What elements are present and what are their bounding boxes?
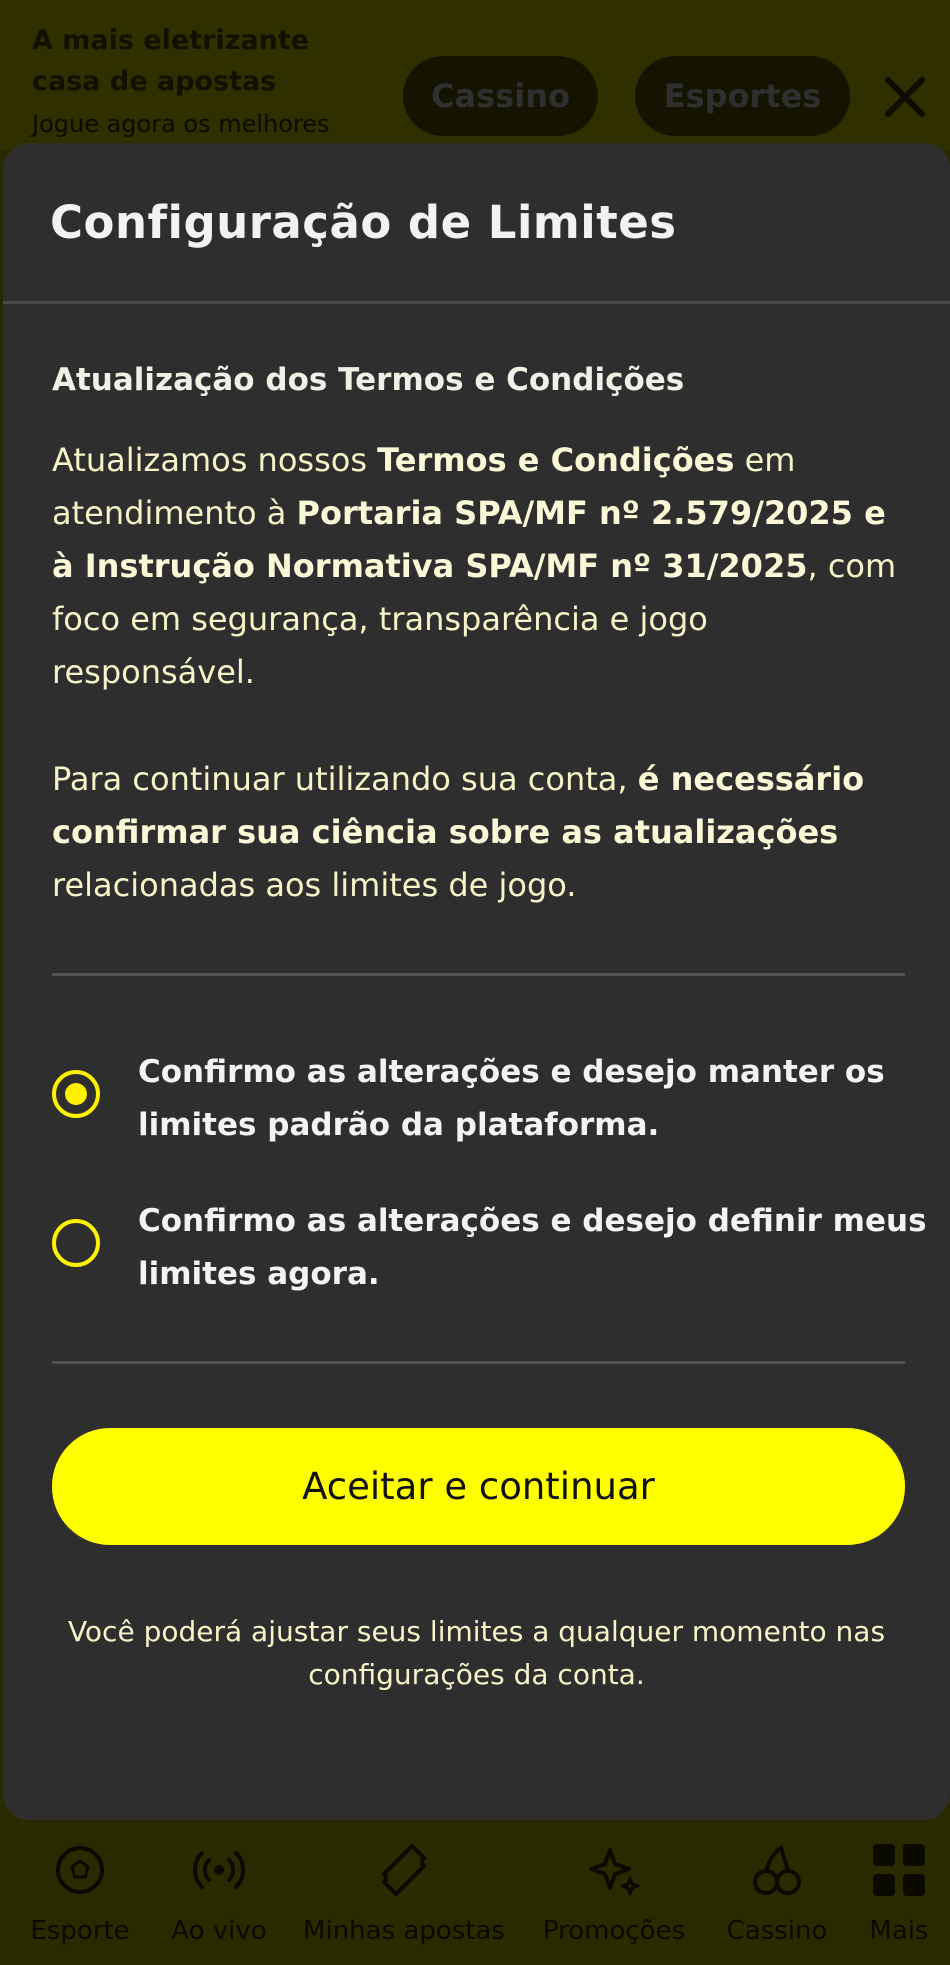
nav-label: Mais [869,1916,929,1946]
ticket-icon [376,1842,432,1898]
divider [52,973,905,976]
grid-menu-icon [871,1842,927,1898]
nav-label: Cassino [726,1916,828,1946]
close-icon[interactable] [880,72,930,122]
section-heading: Atualização dos Termos e Condições [52,362,685,398]
terms-paragraph: Atualizamos nossos Termos e Condições em… [52,441,897,691]
soccer-ball-icon [52,1842,108,1898]
sparkles-icon [586,1842,642,1898]
promo-title: A mais eletrizante casa de apostas [32,25,310,97]
terms-link-text: Termos e Condições [377,441,735,479]
divider [52,1361,905,1364]
title-divider [3,301,950,304]
nav-label: Ao vivo [171,1916,267,1946]
nav-label: Minhas apostas [303,1916,505,1946]
option-label: Confirmo as alterações e desejo manter o… [138,1054,885,1143]
bottom-nav: Esporte Ao vivo Minhas apostas Promoções… [0,1820,950,1965]
modal-title: Configuração de Limites [50,196,677,249]
footnote: Você poderá ajustar seus limites a qualq… [67,1615,886,1691]
cherries-icon [749,1842,805,1898]
radio-button-selected[interactable] [52,1070,100,1118]
cassino-button[interactable]: Cassino [403,56,598,136]
esportes-button[interactable]: Esportes [635,56,850,136]
promo-subtitle: Jogue agora os melhores [32,110,330,138]
accept-continue-button[interactable]: Aceitar e continuar [52,1428,905,1545]
option-label: Confirmo as alterações e desejo definir … [138,1203,927,1292]
radio-button[interactable] [52,1219,100,1267]
live-broadcast-icon [191,1842,247,1898]
radio-dot [65,1083,87,1105]
nav-label: Promoções [542,1916,686,1946]
confirm-paragraph: Para continuar utilizando sua conta, é n… [52,760,865,904]
nav-label: Esporte [30,1916,130,1946]
top-header: A mais eletrizante casa de apostas Jogue… [0,0,950,150]
